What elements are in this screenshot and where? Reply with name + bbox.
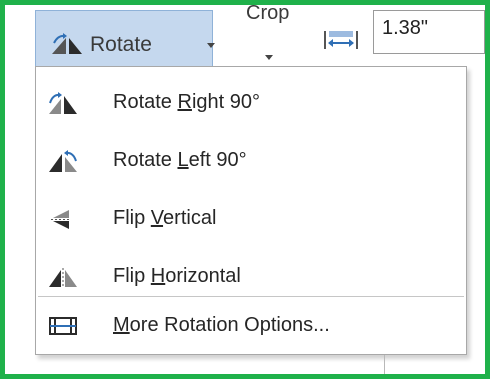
rotate-dropdown-button[interactable]: Rotate — [35, 10, 215, 72]
menu-item-rotate-right[interactable]: Rotate Right 90° — [36, 74, 466, 132]
rotate-left-icon — [47, 149, 79, 178]
menu-item-flip-vertical[interactable]: Flip Vertical — [36, 190, 466, 248]
crop-button[interactable]: Crop — [241, 2, 301, 70]
rotate-menu: Rotate Right 90° Rotate Left 90° Flip Ve… — [35, 66, 467, 355]
chevron-down-icon — [265, 55, 273, 60]
rotate-label: Rotate — [90, 33, 152, 56]
rotate-right-icon — [47, 91, 79, 120]
ribbon: Rotate Crop 1.38" — [5, 2, 485, 72]
chevron-down-icon — [207, 43, 215, 48]
ribbon-divider — [384, 355, 385, 374]
shape-width-input[interactable]: 1.38" — [373, 10, 485, 54]
shape-width-icon — [323, 29, 359, 56]
flip-vertical-icon — [47, 207, 79, 236]
layout-options-icon — [47, 314, 79, 343]
menu-item-rotate-left[interactable]: Rotate Left 90° — [36, 132, 466, 190]
menu-item-more-rotation-options[interactable]: More Rotation Options... — [36, 297, 466, 355]
flip-horizontal-icon — [47, 265, 79, 294]
rotate-icon — [50, 33, 84, 60]
crop-label: Crop — [246, 2, 290, 24]
